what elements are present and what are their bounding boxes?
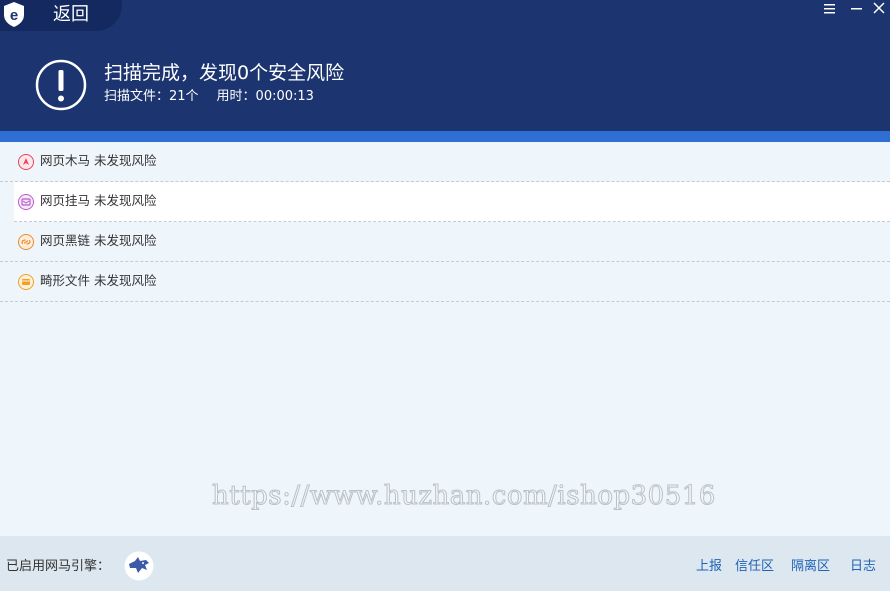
log-link[interactable]: 日志 (850, 558, 876, 576)
minimize-icon[interactable] (845, 0, 867, 18)
result-label: 网页黑链 未发现风险 (40, 233, 157, 248)
black-link-icon (18, 234, 34, 250)
header: e 返回 扫描完成，发现0个安全风险 扫描文件：21个 用时：00:00:13 (0, 0, 890, 131)
malformed-file-icon (18, 274, 34, 290)
scan-stats: 扫描文件：21个 用时：00:00:13 (104, 88, 314, 106)
back-label: 返回 (53, 4, 89, 25)
files-scanned: 扫描文件：21个 (104, 89, 199, 104)
hanging-horse-icon (18, 194, 34, 210)
result-row-black-link[interactable]: 网页黑链 未发现风险 (0, 222, 890, 262)
alert-icon (35, 59, 87, 111)
result-row-hanging-horse[interactable]: 网页挂马 未发现风险 (14, 182, 890, 222)
result-label: 网页挂马 未发现风险 (40, 193, 157, 208)
result-label: 网页木马 未发现风险 (40, 153, 157, 168)
shield-logo-icon: e (4, 2, 24, 27)
svg-text:e: e (10, 7, 18, 24)
results-list: 网页木马 未发现风险 网页挂马 未发现风险 网页黑链 未发现风险 畸形文件 未发… (0, 142, 890, 302)
engine-status-label: 已启用网马引擎： (6, 559, 111, 574)
report-link[interactable]: 上报 (696, 558, 722, 576)
result-row-trojan[interactable]: 网页木马 未发现风险 (0, 142, 890, 182)
result-label: 畸形文件 未发现风险 (40, 273, 157, 288)
time-elapsed: 用时：00:00:13 (216, 89, 314, 104)
scan-result-title: 扫描完成，发现0个安全风险 (104, 62, 345, 84)
close-icon[interactable] (868, 0, 890, 18)
watermark-text: https://www.huzhan.com/ishop30516 (212, 481, 716, 512)
footer: 已启用网马引擎： 上报 信任区 隔离区 日志 (0, 536, 890, 591)
menu-icon[interactable] (818, 0, 840, 18)
engine-wolf-icon[interactable] (124, 551, 154, 581)
quarantine-link[interactable]: 隔离区 (791, 558, 830, 576)
trojan-icon (18, 154, 34, 170)
trust-zone-link[interactable]: 信任区 (735, 558, 774, 576)
back-button[interactable]: e 返回 (0, 0, 122, 31)
result-row-malformed-file[interactable]: 畸形文件 未发现风险 (0, 262, 890, 302)
accent-bar (0, 131, 890, 142)
